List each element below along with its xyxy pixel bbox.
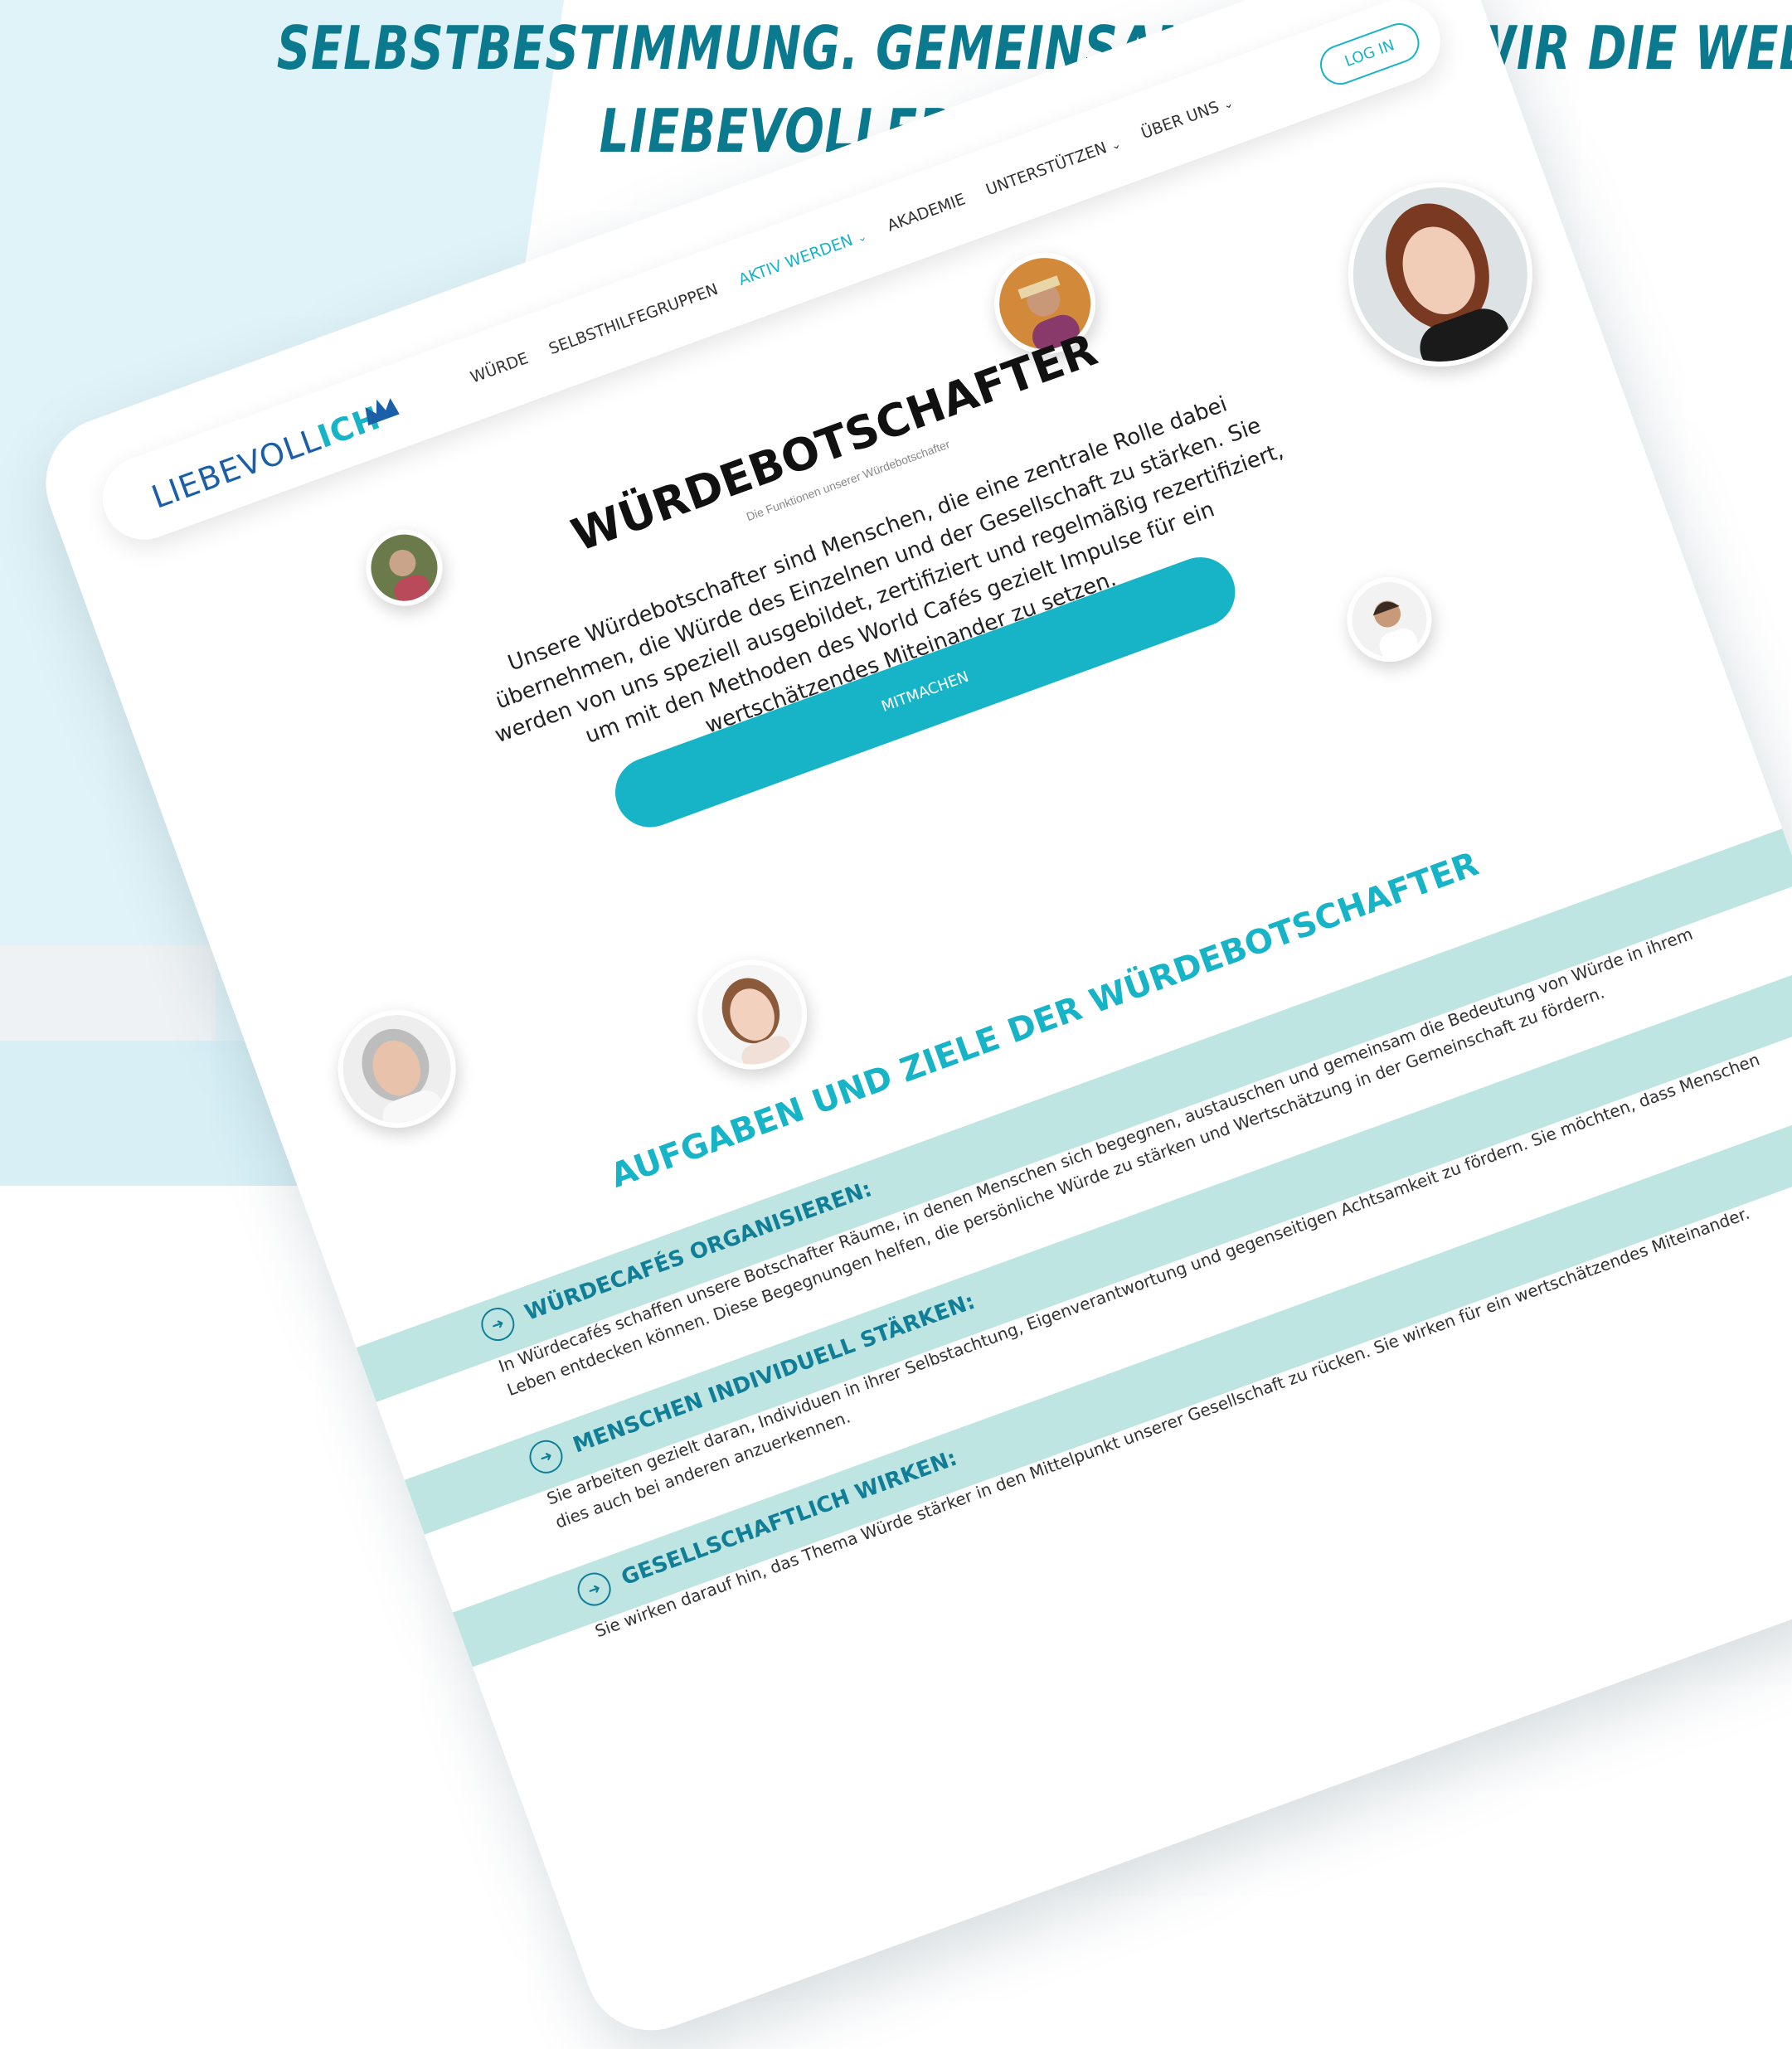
avatar [1335, 565, 1444, 674]
logo-text: LIEBEVOLL [147, 420, 326, 516]
chevron-down-icon: ⌄ [1109, 137, 1124, 153]
nav-item-unterstuetzen[interactable]: UNTERSTÜTZEN⌄ [983, 134, 1123, 199]
nav-item-selbsthilfegruppen[interactable]: SELBSTHILFEGRUPPEN [546, 280, 721, 358]
crown-icon [365, 398, 400, 426]
avatar [321, 993, 473, 1145]
logo[interactable]: LIEBEVOLLICH [147, 398, 400, 516]
avatar [682, 944, 823, 1085]
nav-item-ueber-uns[interactable]: ÜBER UNS⌄ [1139, 93, 1236, 143]
chevron-down-icon: ⌄ [855, 230, 869, 246]
nav-item-aktiv-werden[interactable]: AKTIV WERDEN⌄ [736, 226, 870, 289]
login-button[interactable]: LOG IN [1314, 17, 1425, 90]
nav-item-wuerde[interactable]: WÜRDE [468, 349, 531, 386]
chevron-down-icon: ⌄ [1221, 96, 1236, 113]
background-stripe [0, 945, 216, 1045]
nav-item-akademie[interactable]: AKADEMIE [885, 190, 968, 235]
